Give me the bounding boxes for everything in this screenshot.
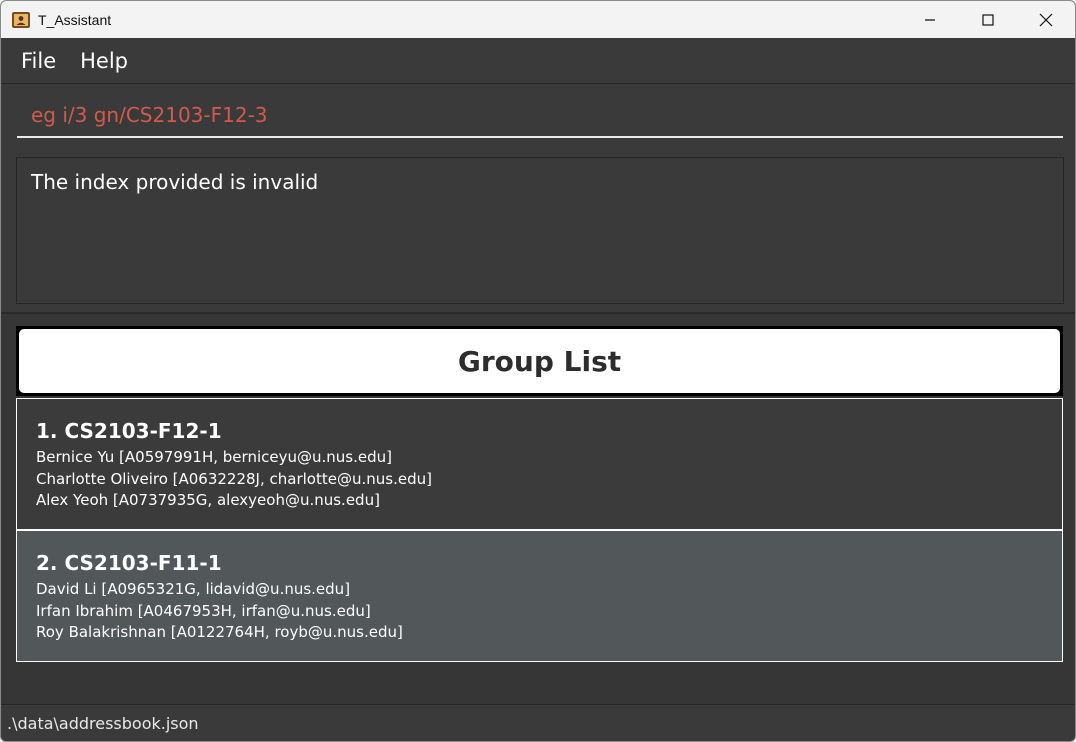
group-member: David Li [A0965321G, lidavid@u.nus.edu]: [36, 580, 351, 598]
maximize-icon: [982, 13, 994, 26]
save-location-path: .\data\addressbook.json: [7, 714, 199, 733]
menu-file[interactable]: File: [21, 49, 56, 73]
window-controls: [901, 1, 1075, 38]
close-button[interactable]: [1017, 1, 1075, 38]
menu-bar: File Help: [1, 38, 1075, 84]
window-title: T_Assistant: [38, 11, 112, 28]
group-member: Irfan Ibrahim [A0467953H, irfan@u.nus.ed…: [36, 601, 371, 620]
minimize-button[interactable]: [901, 1, 959, 38]
group-member: Alex Yeoh [A0737935G, alexyeoh@u.nus.edu…: [36, 491, 380, 509]
group-list-header: Group List: [19, 329, 1060, 393]
command-box-area: [1, 84, 1075, 149]
command-input[interactable]: [17, 94, 1063, 138]
group-list-header-frame: Group List: [16, 326, 1063, 396]
group-list-panel[interactable]: Group List 1. CS2103-F12-1 Bernice Yu [A…: [1, 314, 1075, 704]
group-member: Charlotte Oliveiro [A0632228J, charlotte…: [36, 469, 432, 488]
result-display-area: The index provided is invalid: [1, 149, 1075, 314]
close-icon: [1039, 13, 1053, 26]
result-display[interactable]: The index provided is invalid: [16, 157, 1064, 304]
minimize-icon: [925, 18, 935, 21]
app-window: T_Assistant File Help The index provided…: [0, 0, 1076, 742]
app-logo-icon: [12, 11, 30, 28]
maximize-button[interactable]: [959, 1, 1017, 38]
title-bar[interactable]: T_Assistant: [1, 1, 1075, 38]
group-title: 1. CS2103-F12-1: [36, 419, 222, 443]
group-card-2[interactable]: 2. CS2103-F11-1 David Li [A0965321G, lid…: [16, 530, 1063, 662]
group-title: 2. CS2103-F11-1: [36, 551, 222, 575]
menu-help[interactable]: Help: [80, 49, 128, 73]
status-bar: .\data\addressbook.json: [1, 704, 1075, 741]
group-member: Roy Balakrishnan [A0122764H, royb@u.nus.…: [36, 623, 403, 641]
group-card-1[interactable]: 1. CS2103-F12-1 Bernice Yu [A0597991H, b…: [16, 398, 1063, 530]
group-member: Bernice Yu [A0597991H, berniceyu@u.nus.e…: [36, 448, 392, 466]
